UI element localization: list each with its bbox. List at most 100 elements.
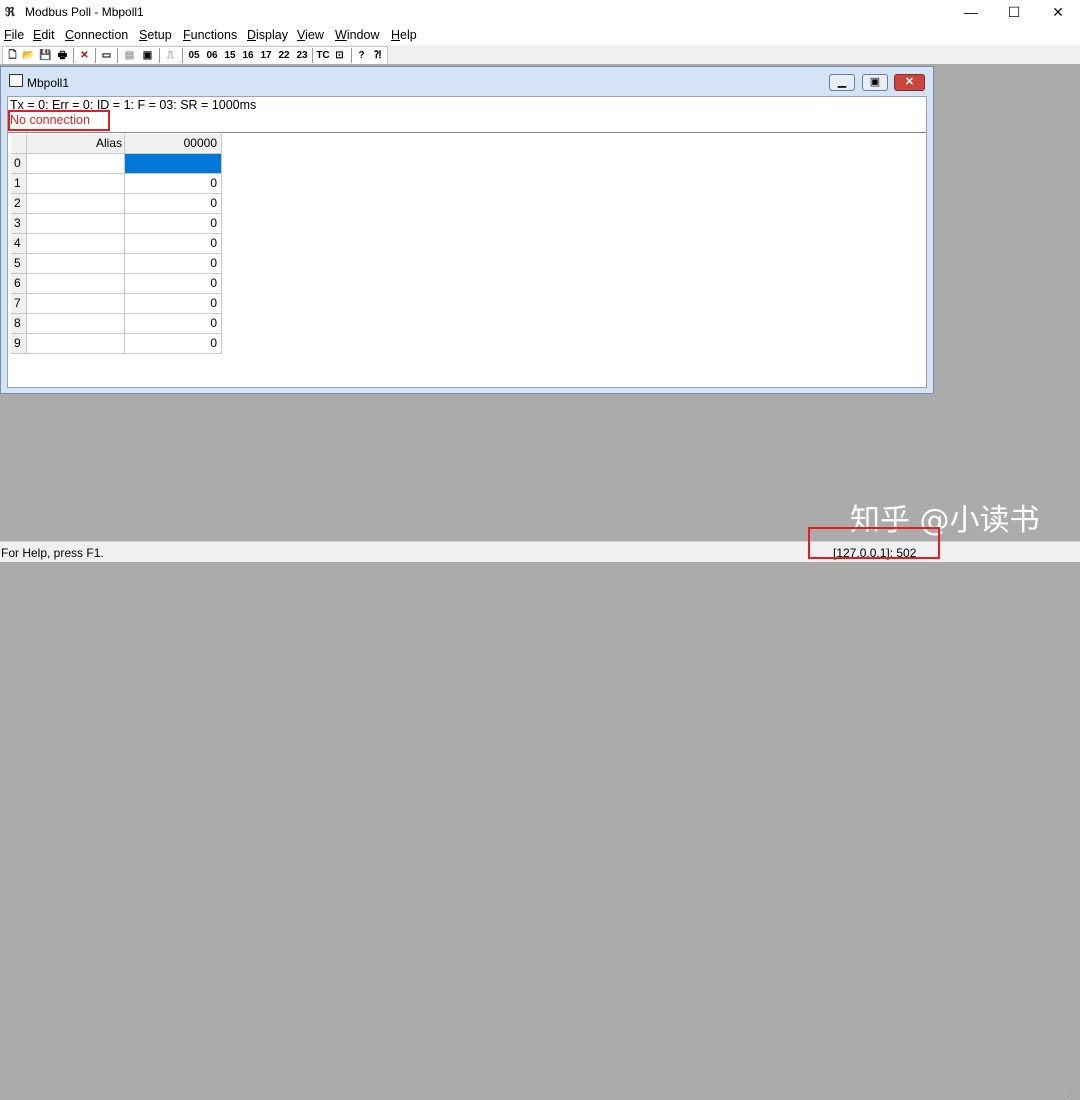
row-index: 9	[11, 334, 27, 354]
toolbar-separator	[312, 48, 313, 63]
value-cell[interactable]: 0	[125, 174, 222, 194]
alias-cell[interactable]	[27, 214, 125, 234]
row-index: 0	[11, 154, 27, 174]
toolbar-separator	[73, 48, 74, 63]
alias-cell[interactable]	[27, 154, 125, 174]
window-icon[interactable]: ▭	[100, 48, 113, 63]
alias-cell[interactable]	[27, 274, 125, 294]
read-icon[interactable]: ▤	[123, 48, 136, 63]
row-index: 1	[11, 174, 27, 194]
function-22-button[interactable]: 22	[276, 48, 292, 63]
delete-icon[interactable]: ✕	[78, 48, 91, 63]
child-window[interactable]: Mbpoll1 ▁ ▣ ✕ Tx = 0: Err = 0: ID = 1: F…	[0, 66, 934, 394]
value-cell[interactable]: 0	[125, 314, 222, 334]
value-cell[interactable]: 0	[125, 194, 222, 214]
function-23-button[interactable]: 23	[294, 48, 310, 63]
table-row: 1 0	[11, 174, 223, 194]
scan-icon[interactable]: ⊡	[333, 48, 346, 63]
title-bar: ℜ Modbus Poll - Mbpoll1 — ☐ ✕	[0, 0, 1080, 24]
help-hint: For Help, press F1.	[1, 546, 104, 560]
table-row: 7 0	[11, 294, 223, 314]
alias-cell[interactable]	[27, 254, 125, 274]
toolbar-separator	[182, 48, 183, 63]
child-window-title: Mbpoll1	[27, 76, 70, 90]
resize-grip-icon[interactable]: ⋰	[1066, 1088, 1078, 1100]
toolbar-separator	[351, 48, 352, 63]
value-cell[interactable]: 0	[125, 234, 222, 254]
value-cell[interactable]: 0	[125, 254, 222, 274]
toolbar-strip: 🗋 📂 💾 🖶 ✕ ▭ ▤ ▣ ⎍ 05 06 15 16 17 22 23 T…	[2, 46, 388, 65]
toolbar-separator	[95, 48, 96, 63]
alias-cell[interactable]	[27, 314, 125, 334]
menu-display[interactable]: Display	[247, 28, 288, 42]
table-row: 6 0	[11, 274, 223, 294]
function-17-button[interactable]: 17	[258, 48, 274, 63]
menu-file[interactable]: File	[4, 28, 24, 42]
child-client-area: Tx = 0: Err = 0: ID = 1: F = 03: SR = 10…	[7, 96, 927, 388]
alias-cell[interactable]	[27, 174, 125, 194]
highlight-box	[8, 110, 110, 131]
divider	[8, 132, 926, 133]
table-row: 8 0	[11, 314, 223, 334]
table-row: 5 0	[11, 254, 223, 274]
row-index: 7	[11, 294, 27, 314]
function-05-button[interactable]: 05	[186, 48, 202, 63]
pulse-icon[interactable]: ⎍	[164, 48, 177, 63]
child-restore-button[interactable]: ▣	[862, 74, 888, 91]
alias-cell[interactable]	[27, 294, 125, 314]
alias-column-header[interactable]: Alias	[27, 134, 125, 154]
whats-this-icon[interactable]: ⁈	[371, 48, 384, 63]
open-folder-icon[interactable]: 📂	[22, 48, 35, 63]
value-column-header[interactable]: 00000	[125, 134, 222, 154]
save-icon[interactable]: 💾	[39, 48, 52, 63]
alias-cell[interactable]	[27, 234, 125, 254]
toolbar-separator	[117, 48, 118, 63]
help-icon[interactable]: ?	[355, 48, 368, 63]
alias-cell[interactable]	[27, 194, 125, 214]
new-file-icon[interactable]: 🗋	[6, 48, 19, 63]
menu-window[interactable]: Window	[335, 28, 379, 42]
table-row: 9 0	[11, 334, 223, 354]
minimize-button[interactable]: —	[948, 0, 994, 24]
value-cell[interactable]: 0	[125, 214, 222, 234]
grid-corner	[11, 134, 27, 154]
child-minimize-button[interactable]: ▁	[829, 74, 855, 91]
value-cell[interactable]: 0	[125, 274, 222, 294]
toolbar-separator	[159, 48, 160, 63]
table-row: 4 0	[11, 234, 223, 254]
alias-cell[interactable]	[27, 334, 125, 354]
menu-help[interactable]: Help	[391, 28, 417, 42]
menu-view[interactable]: View	[297, 28, 324, 42]
table-row: 3 0	[11, 214, 223, 234]
menu-edit[interactable]: Edit	[33, 28, 55, 42]
function-06-button[interactable]: 06	[204, 48, 220, 63]
grid-header-row: Alias 00000	[11, 134, 223, 154]
write-icon[interactable]: ▣	[141, 48, 154, 63]
window-title: Modbus Poll - Mbpoll1	[25, 5, 144, 19]
menu-functions[interactable]: Functions	[183, 28, 237, 42]
highlight-box	[808, 527, 940, 559]
value-cell-selected[interactable]: 0	[125, 154, 222, 174]
value-cell[interactable]: 0	[125, 294, 222, 314]
row-index: 6	[11, 274, 27, 294]
child-close-button[interactable]: ✕	[894, 74, 925, 91]
row-index: 4	[11, 234, 27, 254]
value-cell[interactable]: 0	[125, 334, 222, 354]
row-index: 3	[11, 214, 27, 234]
modbus-app-icon: ℜ	[5, 5, 15, 19]
toolbar: 🗋 📂 💾 🖶 ✕ ▭ ▤ ▣ ⎍ 05 06 15 16 17 22 23 T…	[0, 45, 1080, 65]
table-row: 2 0	[11, 194, 223, 214]
menu-setup[interactable]: Setup	[139, 28, 172, 42]
menu-connection[interactable]: Connection	[65, 28, 128, 42]
document-icon	[9, 74, 23, 87]
table-row: 0 0	[11, 154, 223, 174]
tc-button[interactable]: TC	[315, 48, 331, 63]
maximize-button[interactable]: ☐	[991, 0, 1037, 24]
function-16-button[interactable]: 16	[240, 48, 256, 63]
function-15-button[interactable]: 15	[222, 48, 238, 63]
menu-bar: File Edit Connection Setup Functions Dis…	[0, 24, 1080, 46]
close-button[interactable]: ✕	[1035, 0, 1080, 24]
row-index: 2	[11, 194, 27, 214]
row-index: 5	[11, 254, 27, 274]
print-icon[interactable]: 🖶	[56, 48, 69, 63]
